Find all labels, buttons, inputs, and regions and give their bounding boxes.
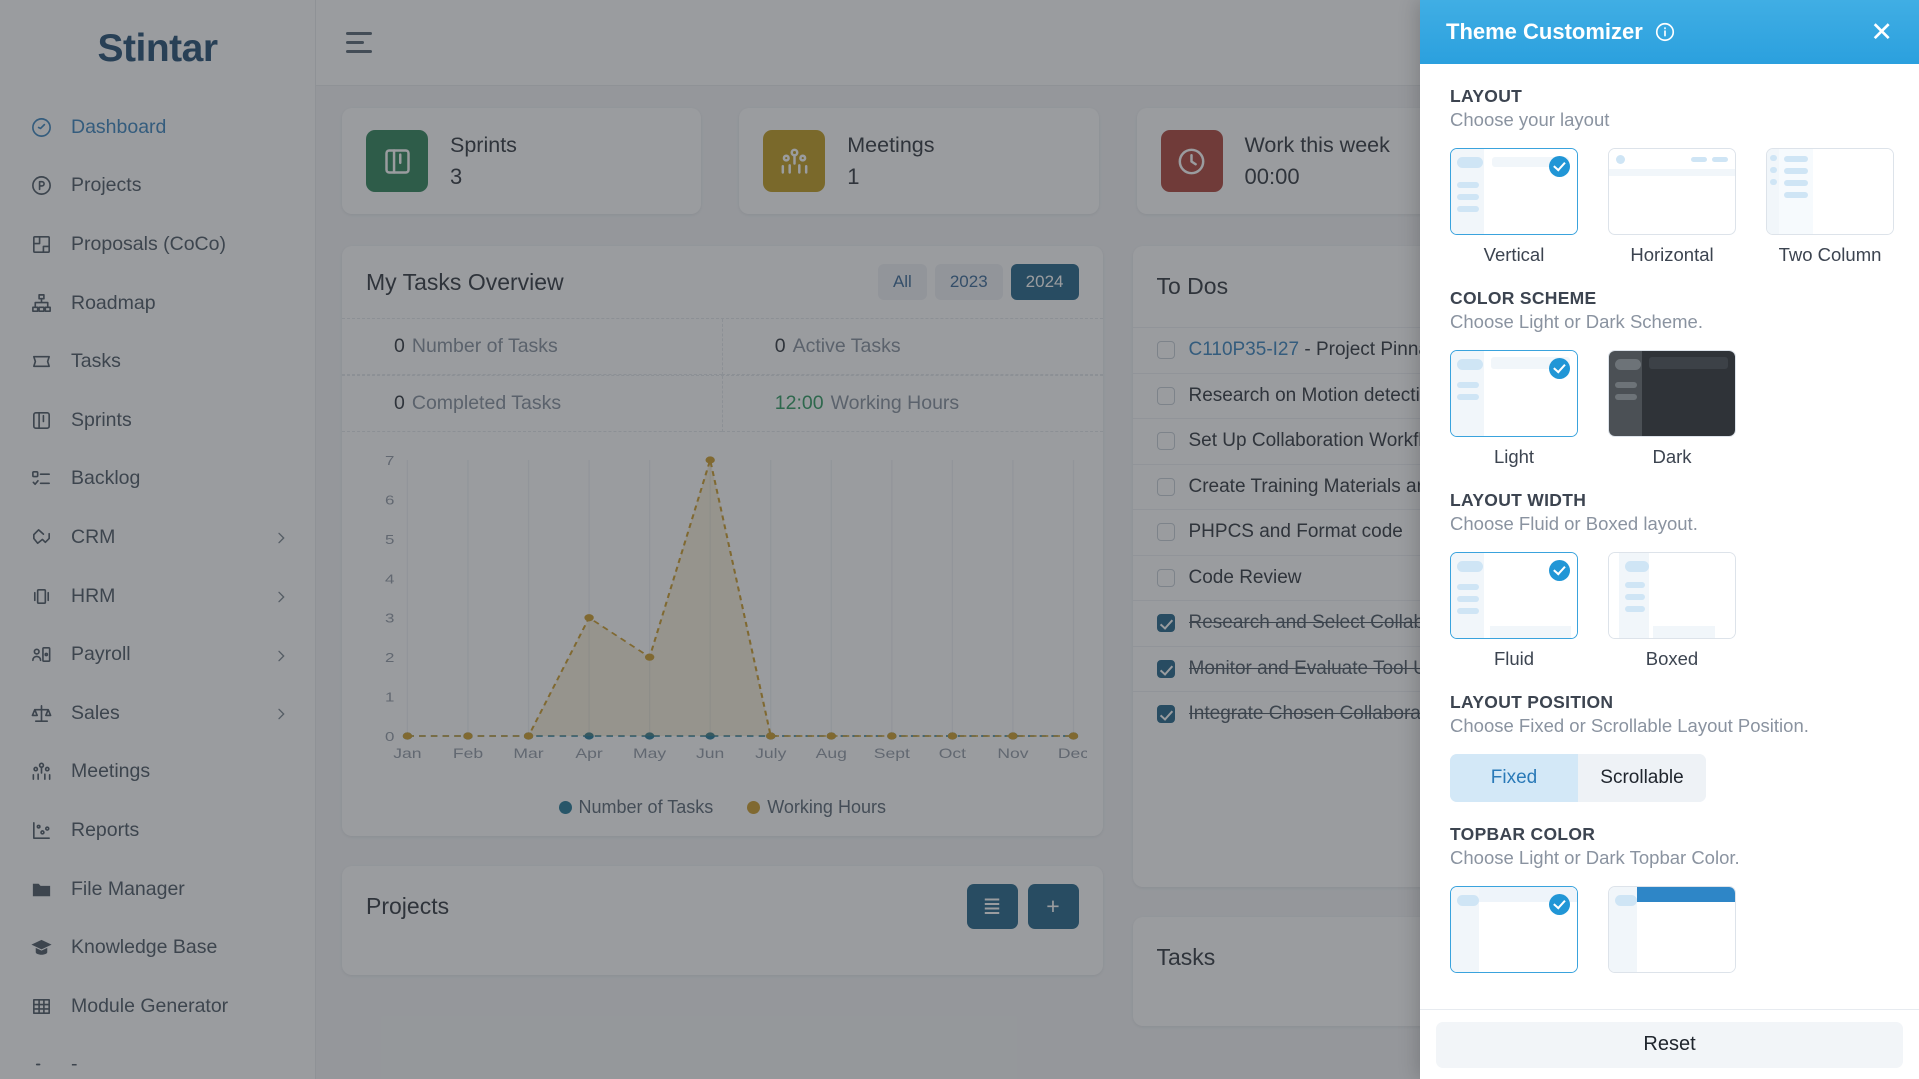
section-subtitle: Choose Light or Dark Scheme. <box>1450 311 1703 332</box>
theme-option <box>1450 886 1578 973</box>
option-group: Vertical Horizontal Two Column <box>1450 148 1894 266</box>
theme-option-label: Light <box>1493 446 1535 467</box>
section-heading: LAYOUT POSITION <box>1450 692 1614 712</box>
theme-option-thumbnail[interactable] <box>1608 552 1736 639</box>
theme-option-thumbnail[interactable] <box>1450 350 1578 437</box>
theme-option-label: Two Column <box>1778 244 1882 265</box>
section-subtitle: Choose Fixed or Scrollable Layout Positi… <box>1450 715 1809 736</box>
theme-option-thumbnail[interactable] <box>1766 148 1894 235</box>
theme-customizer-title: Theme Customizer <box>1446 19 1643 44</box>
option-group: Light Dark <box>1450 350 1889 468</box>
theme-option-thumbnail[interactable] <box>1608 148 1736 235</box>
theme-option-label: Fluid <box>1493 648 1535 669</box>
theme-option-label: Boxed <box>1645 648 1699 669</box>
theme-option: Boxed <box>1608 552 1736 670</box>
theme-option <box>1608 886 1736 973</box>
section-heading: LAYOUT WIDTH <box>1450 490 1587 510</box>
theme-option: Horizontal <box>1608 148 1736 266</box>
reset-button[interactable]: Reset <box>1436 1021 1903 1068</box>
section-subtitle: Choose Light or Dark Topbar Color. <box>1450 847 1740 868</box>
option-group: Fluid Boxed <box>1450 552 1889 670</box>
theme-option-label: Dark <box>1652 446 1692 467</box>
selected-check-icon <box>1549 894 1570 915</box>
theme-option: Two Column <box>1766 148 1894 266</box>
toggle-fixed[interactable]: Fixed <box>1450 754 1578 802</box>
section-heading: COLOR SCHEME <box>1450 288 1597 308</box>
theme-option-thumbnail[interactable] <box>1450 552 1578 639</box>
theme-option-thumbnail[interactable] <box>1450 148 1578 235</box>
info-circle-icon[interactable] <box>1654 21 1676 43</box>
toggle-scrollable[interactable]: Scrollable <box>1578 754 1706 802</box>
theme-customizer-panel: Theme Customizer ✕ LAYOUT Choose your lay… <box>1420 0 1919 1079</box>
layout-position-toggle: Fixed Scrollable <box>1450 754 1706 802</box>
option-group <box>1450 886 1889 973</box>
theme-option: Light <box>1450 350 1578 468</box>
selected-check-icon <box>1549 560 1570 581</box>
theme-option-thumbnail[interactable] <box>1608 886 1736 973</box>
theme-option: Dark <box>1608 350 1736 468</box>
selected-check-icon <box>1549 358 1570 379</box>
theme-option-thumbnail[interactable] <box>1608 350 1736 437</box>
section-heading: LAYOUT <box>1450 86 1523 106</box>
section-subtitle: Choose Fluid or Boxed layout. <box>1450 513 1698 534</box>
theme-option-thumbnail[interactable] <box>1450 886 1578 973</box>
theme-option: Vertical <box>1450 148 1578 266</box>
theme-customizer-footer: Reset <box>1420 1009 1919 1079</box>
screen-root: Stintar DashboardProjectsProposals (CoCo… <box>0 0 1919 1079</box>
theme-option-label: Vertical <box>1483 244 1545 265</box>
selected-check-icon <box>1549 156 1570 177</box>
theme-option-label: Horizontal <box>1630 244 1714 265</box>
theme-customizer-header: Theme Customizer ✕ <box>1420 0 1919 64</box>
section-heading: TOPBAR COLOR <box>1450 824 1596 844</box>
close-icon[interactable]: ✕ <box>1870 18 1893 46</box>
theme-option: Fluid <box>1450 552 1578 670</box>
theme-customizer-body: LAYOUT Choose your layout Vertical Horizont… <box>1420 64 1919 1009</box>
section-subtitle: Choose your layout <box>1450 109 1610 130</box>
